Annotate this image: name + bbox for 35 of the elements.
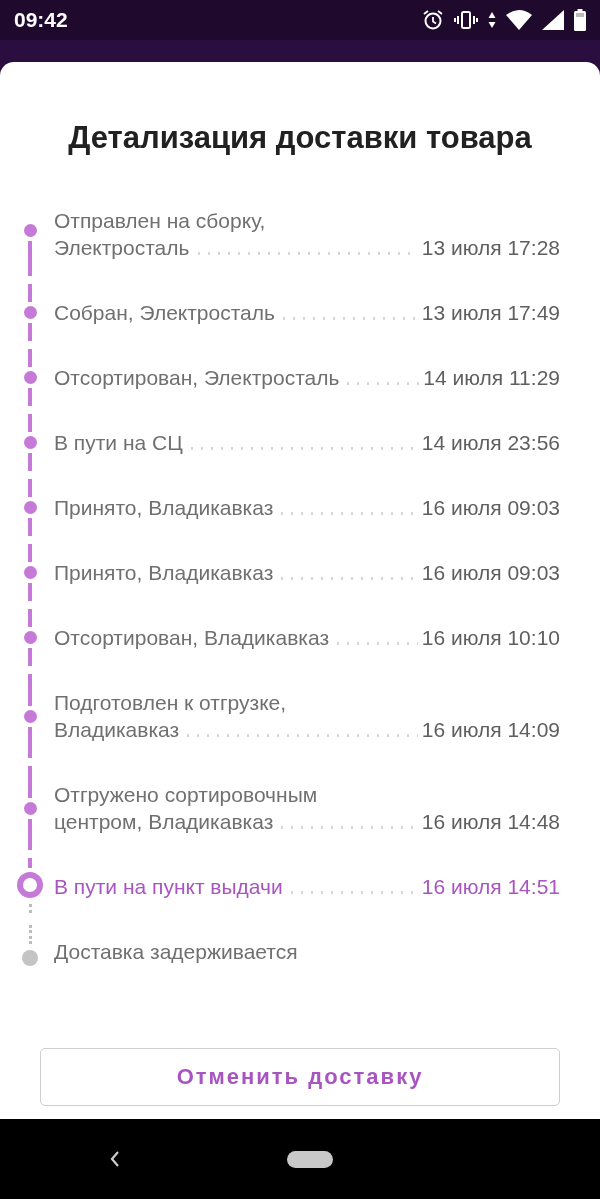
status-text: Электросталь [54, 235, 190, 261]
status-text: В пути на СЦ [54, 430, 183, 456]
status-text: Отсортирован, Владикавказ [54, 625, 330, 651]
home-pill[interactable] [287, 1150, 333, 1168]
status-date: 14 июля 11:29 [423, 365, 560, 391]
status-text: Подготовлен к отгрузке, [54, 690, 288, 716]
status-text: Принято, Владикавказ [54, 495, 274, 521]
status-text: Собран, Электросталь [54, 300, 275, 326]
data-arrows-icon [488, 11, 496, 29]
status-date: 16 июля 09:03 [421, 495, 560, 521]
status-date: 13 июля 17:49 [421, 300, 560, 326]
status-date: 13 июля 17:28 [421, 235, 560, 261]
status-text: Доставка задерживается [54, 939, 298, 965]
sheet-title: Детализация доставки товара [67, 120, 533, 156]
clock-time: 09:42 [14, 8, 68, 32]
battery-icon [574, 9, 586, 31]
status-text: центром, Владикавказ [54, 809, 274, 835]
status-text: Владикавказ [54, 717, 180, 743]
status-date: 16 июля 14:48 [421, 809, 560, 835]
status-date: 14 июля 23:56 [421, 430, 560, 456]
status-text: Отгружено сортировочным [54, 782, 319, 808]
status-text: Принято, Владикавказ [54, 560, 274, 586]
wifi-icon [506, 10, 532, 30]
status-date: 16 июля 14:09 [421, 717, 560, 743]
status-text: Отправлен на сборку, [54, 208, 267, 234]
status-date: 16 июля 09:03 [421, 560, 560, 586]
status-date: 16 июля 10:10 [421, 625, 560, 651]
status-text: Отсортирован, Электросталь [54, 365, 340, 391]
status-date: 16 июля 14:51 [421, 874, 560, 900]
alarm-icon [422, 9, 444, 31]
cancel-delivery-button[interactable]: Отменить доставку [40, 1048, 560, 1106]
status-text: В пути на пункт выдачи [54, 874, 283, 900]
signal-icon [542, 10, 564, 30]
vibrate-icon [454, 10, 478, 30]
back-icon[interactable] [109, 1150, 121, 1168]
